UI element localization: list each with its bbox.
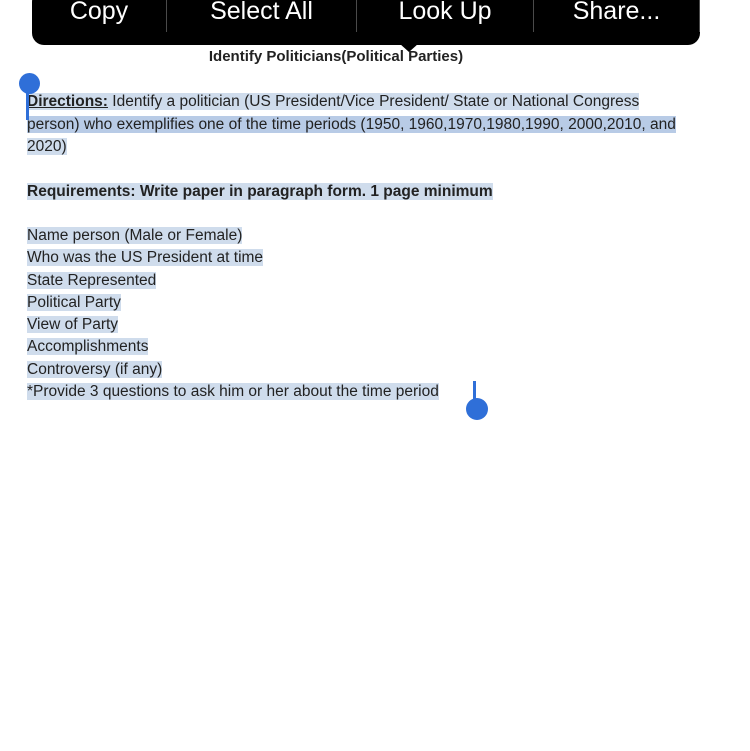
directions-line-2: person) who exemplifies one of the time …: [27, 115, 676, 133]
context-menu: Copy Select All Look Up Share...: [32, 0, 700, 52]
list-item: *Provide 3 questions to ask him or her a…: [27, 383, 439, 401]
list-item: Who was the US President at time: [27, 249, 264, 267]
requirements-list: Name person (Male or Female) Who was the…: [27, 225, 737, 403]
list-item: View of Party: [27, 316, 119, 334]
selection-end-handle[interactable]: [466, 398, 488, 420]
share-menu-item[interactable]: Share...: [534, 0, 700, 32]
directions-line-1: Identify a politician (US President/Vice…: [107, 93, 640, 110]
requirements-paragraph: Requirements: Write paper in paragraph f…: [27, 181, 737, 204]
requirements-text: Requirements: Write paper in paragraph f…: [27, 182, 493, 200]
document-title: Identify Politicians(Political Parties): [208, 48, 464, 65]
list-item: State Represented: [27, 271, 157, 289]
list-item: Political Party: [27, 293, 121, 311]
list-item: Controversy (if any): [27, 360, 163, 378]
copy-menu-item[interactable]: Copy: [32, 0, 167, 32]
directions-paragraph: Directions: Identify a politician (US Pr…: [27, 91, 737, 159]
look-up-menu-item[interactable]: Look Up: [357, 0, 534, 32]
selection-start-caret: [26, 88, 29, 120]
directions-line-3: 2020): [27, 138, 67, 155]
selection-start-handle[interactable]: [19, 73, 40, 94]
select-all-menu-item[interactable]: Select All: [167, 0, 357, 32]
document-body[interactable]: Directions: Identify a politician (US Pr…: [27, 91, 737, 403]
directions-label: Directions:: [27, 93, 108, 110]
list-item: Name person (Male or Female): [27, 227, 243, 244]
list-item: Accomplishments: [27, 338, 149, 356]
